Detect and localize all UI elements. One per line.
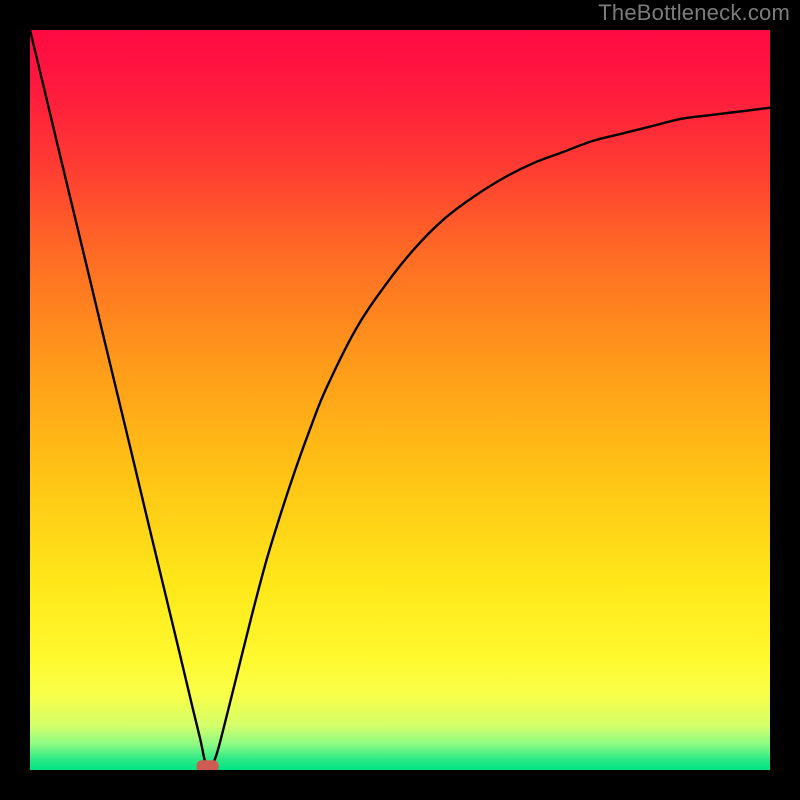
gradient-background — [30, 30, 770, 770]
min-marker — [197, 760, 219, 770]
chart-frame: TheBottleneck.com — [0, 0, 800, 800]
plot-area — [30, 30, 770, 770]
chart-svg — [30, 30, 770, 770]
watermark-label: TheBottleneck.com — [598, 0, 790, 26]
